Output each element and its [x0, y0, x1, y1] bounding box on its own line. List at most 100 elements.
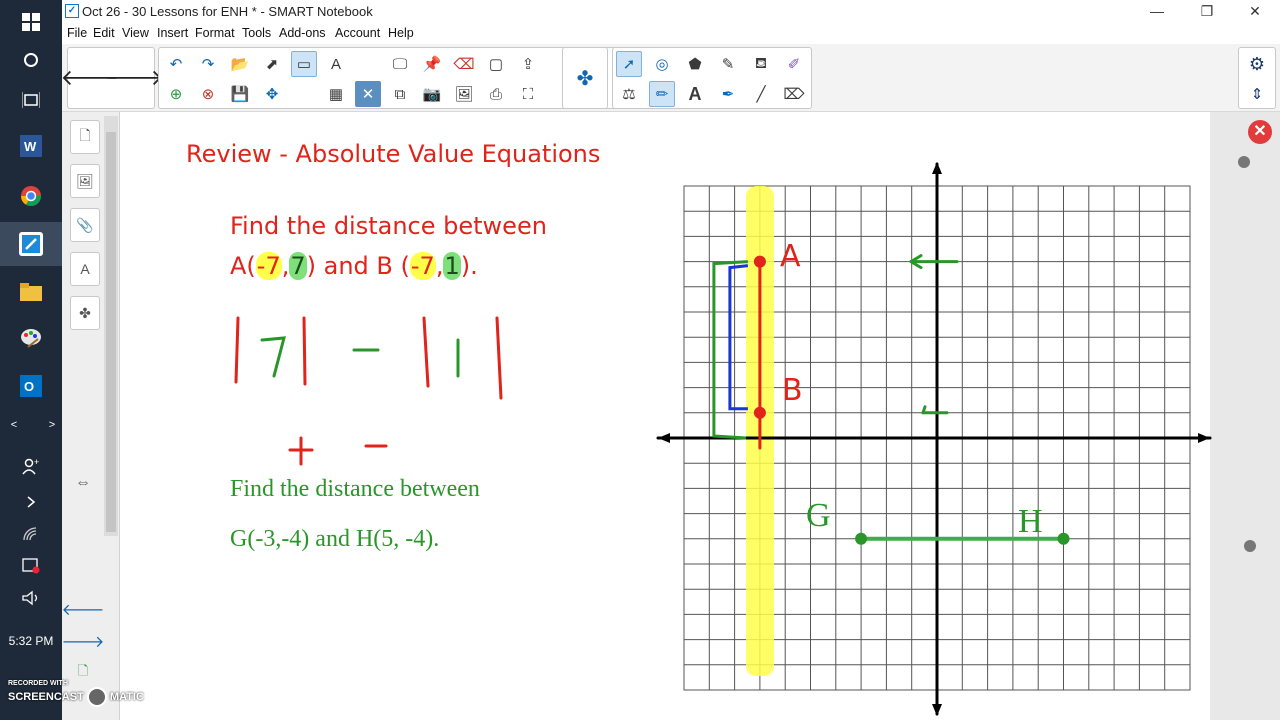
menu-tools[interactable]: Tools — [242, 26, 271, 40]
pin-icon[interactable]: 📌 — [419, 51, 445, 77]
volume-icon[interactable] — [15, 582, 47, 614]
cortana-icon[interactable] — [15, 44, 47, 76]
text-icon[interactable]: A — [682, 81, 708, 107]
screen-shade-icon[interactable]: ✕ — [355, 81, 381, 107]
eraser-pen-icon[interactable]: ✎ — [715, 51, 741, 77]
shapes-icon[interactable]: ◎ — [649, 51, 675, 77]
insert-image-icon[interactable]: 🖼 — [451, 81, 477, 107]
people-icon[interactable]: + — [15, 450, 47, 482]
question-2-line-1[interactable]: Find the distance between — [230, 476, 480, 503]
close-window-button[interactable]: ✕ — [1232, 0, 1278, 24]
response-icon[interactable]: ⎙ — [483, 81, 509, 107]
move-toolbar-icon[interactable]: ⇕ — [1244, 81, 1270, 107]
previous-page-icon[interactable]: 🡐 — [62, 596, 105, 622]
page-pin-bottom — [1244, 540, 1256, 552]
magic-pen-icon[interactable]: ✐ — [781, 51, 807, 77]
pen-icon[interactable]: ✏ — [649, 81, 675, 107]
add-page-icon[interactable]: ⊕ — [163, 81, 189, 107]
side-panel-scroll-thumb[interactable] — [106, 132, 116, 532]
properties-icon[interactable]: A — [70, 252, 100, 286]
point-g — [855, 532, 868, 545]
point-b-label: B — [782, 373, 803, 408]
redo-icon[interactable]: ↷ — [195, 51, 221, 77]
undo-icon[interactable]: ↶ — [163, 51, 189, 77]
display-icon[interactable]: 🖵 — [387, 51, 413, 77]
open-file-icon[interactable]: 📂 — [227, 51, 253, 77]
word-app-icon[interactable]: W — [15, 130, 47, 162]
handwritten-work[interactable] — [220, 300, 520, 470]
delete-icon[interactable]: ⌫ — [451, 51, 477, 77]
show-hidden-icons-chevron[interactable] — [15, 486, 47, 518]
windows-taskbar: W O + 5:32 PM — [0, 0, 62, 720]
smart-notebook-app-icon[interactable] — [0, 222, 62, 266]
screencast-watermark: RECORDED WITH SCREENCAST MATIC — [8, 680, 144, 707]
restore-button[interactable]: ❐ — [1184, 0, 1230, 24]
addons-tab-icon[interactable]: ✤ — [70, 296, 100, 330]
export-icon[interactable]: ⬈ — [259, 51, 285, 77]
coordinate-grid[interactable]: A B G H — [650, 158, 1218, 718]
previous-page-arrow-icon[interactable]: 🡐 — [61, 65, 120, 91]
table-icon[interactable]: ▦ — [323, 81, 349, 107]
side-tab-panel: 🗋 🖼 📎 A ✤ < > ⇔ 🡐 🡒 🗋 — [11, 112, 120, 720]
scroll-left-icon[interactable]: < — [0, 412, 28, 438]
spell-check-icon[interactable]: A — [323, 51, 349, 77]
point-g-label: G — [806, 497, 831, 534]
screencast-record-icon[interactable] — [15, 550, 47, 582]
window-title: Oct 26 - 30 Lessons for ENH * - SMART No… — [82, 4, 373, 19]
fit-page-icon[interactable]: ⛶ — [515, 81, 541, 107]
next-page-arrow-icon[interactable]: 🡒 — [105, 65, 164, 91]
outlook-app-icon[interactable]: O — [15, 370, 47, 402]
menu-file[interactable]: File — [67, 26, 87, 40]
menu-insert[interactable]: Insert — [157, 26, 188, 40]
menu-account[interactable]: Account — [335, 26, 380, 40]
full-screen-icon[interactable]: ▭ — [291, 51, 317, 77]
fill-bucket-icon[interactable]: ⛾ — [748, 51, 774, 77]
fill-shape-icon[interactable]: ⬟ — [682, 51, 708, 77]
measurement-tools-icon[interactable]: ⚖ — [616, 81, 642, 107]
q1-suffix: ). — [460, 252, 478, 280]
addons-puzzle-icon[interactable]: ✤ — [572, 65, 598, 91]
task-view-icon[interactable] — [15, 84, 47, 116]
question-2-line-2[interactable]: G(-3,-4) and H(5, -4). — [230, 526, 439, 553]
svg-text:O: O — [24, 379, 34, 394]
page-sorter-icon[interactable]: 🗋 — [70, 120, 100, 154]
paint-app-icon[interactable] — [15, 322, 47, 354]
next-page-icon[interactable]: 🡒 — [62, 628, 105, 654]
menu-edit[interactable]: Edit — [93, 26, 115, 40]
line-icon[interactable]: ╱ — [748, 81, 774, 107]
question-1-line-1[interactable]: Find the distance between — [230, 212, 547, 240]
ink-seven — [260, 336, 286, 378]
eraser-icon[interactable]: ⌦ — [781, 81, 807, 107]
scroll-right-icon[interactable]: > — [38, 412, 66, 438]
select-arrow-icon[interactable]: ➚ — [616, 51, 642, 77]
attachments-icon[interactable]: 📎 — [70, 208, 100, 242]
menu-help[interactable]: Help — [388, 26, 414, 40]
chrome-app-icon[interactable] — [15, 180, 47, 212]
menu-view[interactable]: View — [122, 26, 149, 40]
taskbar-clock[interactable]: 5:32 PM — [0, 634, 62, 648]
document-camera-icon[interactable]: ▢ — [483, 51, 509, 77]
q1-mid: ) and B ( — [306, 252, 410, 280]
minimize-button[interactable]: — — [1134, 0, 1180, 24]
file-explorer-icon[interactable] — [15, 276, 47, 308]
menu-addons[interactable]: Add-ons — [279, 26, 326, 40]
abs-bar-left-1 — [234, 316, 240, 384]
highlighter-icon[interactable]: ✒ — [715, 81, 741, 107]
screen-capture-icon[interactable]: ⧉ — [387, 81, 413, 107]
lesson-heading[interactable]: Review - Absolute Value Equations — [186, 140, 600, 168]
page-pin-top — [1238, 156, 1250, 168]
save-icon[interactable]: 💾 — [227, 81, 253, 107]
upload-icon[interactable]: ⇪ — [515, 51, 541, 77]
close-page-icon[interactable]: ✕ — [1248, 120, 1272, 144]
question-1-line-2[interactable]: A(-7,7) and B (-7,1). — [230, 252, 478, 280]
menu-format[interactable]: Format — [195, 26, 235, 40]
point-a — [753, 255, 766, 268]
camera-icon[interactable]: 📷 — [419, 81, 445, 107]
resize-panel-icon[interactable]: ⇔ — [68, 470, 98, 496]
wifi-icon[interactable] — [15, 518, 47, 550]
paste-icon[interactable]: ✥ — [259, 81, 285, 107]
windows-start-icon[interactable] — [15, 6, 47, 38]
gallery-icon[interactable]: 🖼 — [70, 164, 100, 198]
delete-page-icon[interactable]: ⊗ — [195, 81, 221, 107]
settings-gear-icon[interactable]: ⚙ — [1244, 51, 1270, 77]
